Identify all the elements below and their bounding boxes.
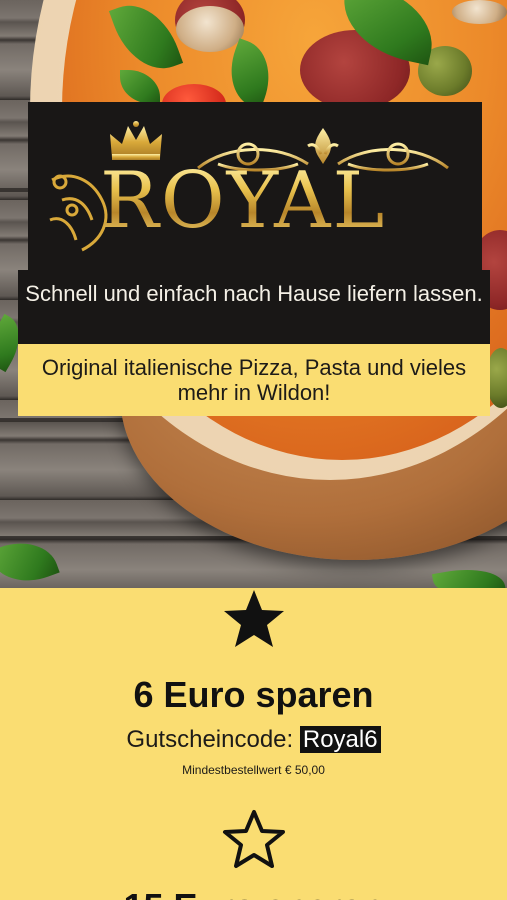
voucher-code-label: Gutscheincode:	[126, 726, 294, 753]
star-outline-icon	[223, 810, 285, 868]
tagline-delivery: Schnell und einfach nach Hause liefern l…	[18, 270, 490, 344]
tagline-description: Original italienische Pizza, Pasta und v…	[18, 344, 490, 416]
offer-title: 6 Euro sparen	[133, 674, 374, 715]
brand-logo: ROYAL	[100, 156, 387, 246]
offer-title: 15 Euro sparen	[0, 886, 507, 900]
logo-card: ROYAL	[28, 102, 482, 270]
voucher-code-line: Gutscheincode: Royal6	[0, 726, 507, 754]
voucher-code[interactable]: Royal6	[299, 726, 381, 753]
mushroom-slice	[452, 0, 507, 24]
star-filled-icon	[224, 590, 284, 647]
mushroom-slice	[176, 6, 244, 52]
minimum-order-value: Mindestbestellwert € 50,00	[182, 763, 325, 777]
offers-section: 6 Euro sparen Gutscheincode: Royal6 Mind…	[0, 588, 507, 900]
basil-leaf	[431, 562, 507, 588]
